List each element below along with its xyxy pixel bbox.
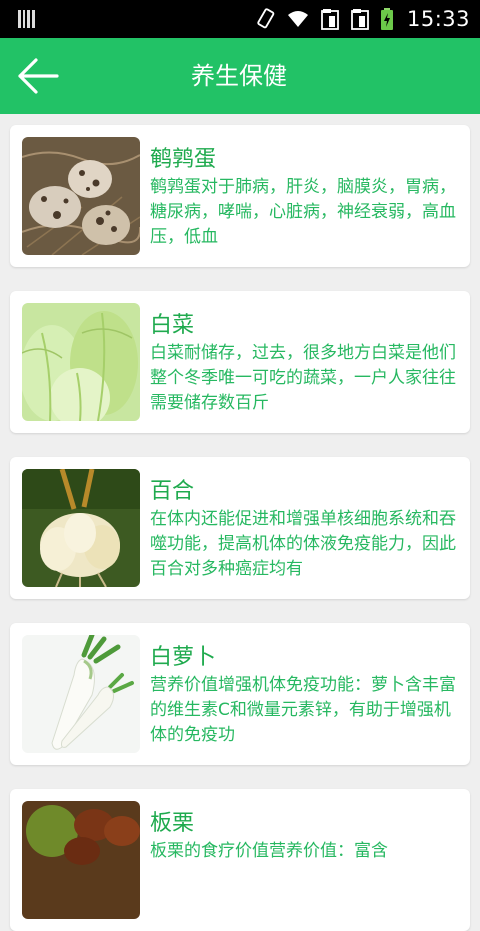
item-name: 白萝卜 (150, 645, 217, 670)
chestnut-image (22, 801, 140, 919)
list-item[interactable]: 板栗 板栗的食疗价值营养价值：富含 (10, 789, 470, 931)
page-title: 养生保健 (191, 62, 287, 90)
item-desc: 营养价值增强机体免疫功能：萝卜含丰富的维生素C和微量元素锌，有助于增强机体的免疫… (150, 675, 456, 745)
cabbage-image (22, 303, 140, 421)
item-name: 白菜 (150, 313, 195, 338)
app-bar: 养生保健 (0, 38, 480, 114)
list-item[interactable]: 百合 在体内还能促进和增强单核细胞系统和吞噬功能，提高机体的体液免疫能力，因此百… (10, 457, 470, 599)
white-radish-image (22, 635, 140, 753)
list-item[interactable]: 鹌鹑蛋 鹌鹑蛋对于肺病，肝炎，脑膜炎，胃病，糖尿病，哮喘，心脏病，神经衰弱，高血… (10, 125, 470, 267)
barcode-icon (18, 10, 35, 28)
lily-bulb-image (22, 469, 140, 587)
quail-egg-image (22, 137, 140, 255)
sim1-icon (321, 9, 339, 30)
rotate-phone-icon (257, 8, 275, 29)
item-desc: 在体内还能促进和增强单核细胞系统和吞噬功能，提高机体的体液免疫能力，因此百合对多… (150, 509, 456, 579)
item-name: 百合 (150, 479, 195, 504)
list-item[interactable]: 白菜 白菜耐储存，过去，很多地方白菜是他们整个冬季唯一可吃的蔬菜，一户人家往往需… (10, 291, 470, 433)
sim2-icon (351, 9, 369, 30)
item-desc: 板栗的食疗价值营养价值：富含 (150, 841, 388, 861)
item-desc: 白菜耐储存，过去，很多地方白菜是他们整个冬季唯一可吃的蔬菜，一户人家往往需要储存… (150, 343, 456, 413)
item-name: 板栗 (150, 811, 195, 836)
item-name: 鹌鹑蛋 (150, 147, 217, 172)
battery-charging-icon (380, 8, 393, 30)
list-item[interactable]: 白萝卜 营养价值增强机体免疫功能：萝卜含丰富的维生素C和微量元素锌，有助于增强机… (10, 623, 470, 765)
wifi-icon (287, 11, 308, 27)
status-time: 15:33 (406, 7, 470, 31)
item-desc: 鹌鹑蛋对于肺病，肝炎，脑膜炎，胃病，糖尿病，哮喘，心脏病，神经衰弱，高血压，低血 (150, 177, 456, 247)
status-bar: 15:33 (0, 0, 480, 38)
